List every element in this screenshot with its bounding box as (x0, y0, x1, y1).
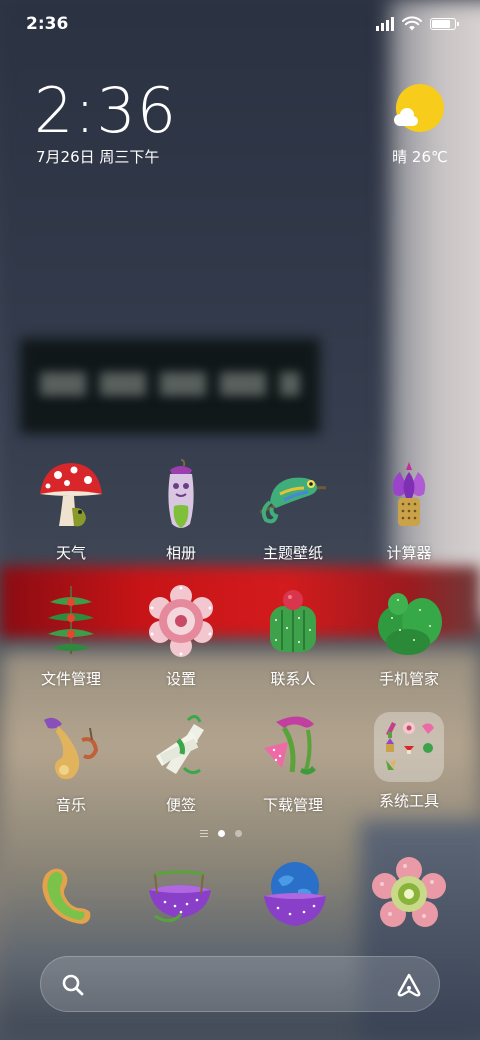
status-bar: 2:36 (0, 0, 480, 52)
dock-app-phone[interactable] (14, 856, 124, 938)
clock-date[interactable]: 7月26日 周三下午 (36, 146, 159, 167)
home-indicator-area (0, 1032, 480, 1040)
dock-app-messages[interactable] (125, 856, 235, 938)
flower-camera-icon (372, 857, 446, 927)
pitcher-plant-gallery-icon (168, 459, 194, 528)
signal-icon (376, 17, 394, 31)
app-label: 联系人 (270, 670, 316, 688)
app-label: 手机管家 (378, 670, 439, 688)
stacked-plant-files-icon (48, 586, 94, 654)
app-security[interactable]: 手机管家 (354, 584, 464, 689)
app-downloads[interactable]: 下载管理 (238, 710, 348, 815)
folder-icon (372, 710, 446, 784)
page-dot-2[interactable] (235, 830, 242, 837)
mushroom-weather-icon (40, 463, 102, 527)
app-themes[interactable]: 主题壁纸 (238, 458, 348, 563)
app-notes[interactable]: 便签 (126, 710, 236, 815)
wifi-icon (402, 16, 422, 31)
assistant-icon[interactable] (395, 971, 423, 999)
cactus-contacts-icon (270, 590, 316, 652)
page-indicator[interactable] (200, 830, 242, 837)
app-system-tools-folder[interactable]: 系统工具 (354, 710, 464, 811)
app-contacts[interactable]: 联系人 (238, 584, 348, 689)
app-list-page-icon[interactable] (200, 830, 208, 837)
app-label: 下载管理 (262, 796, 323, 814)
app-files[interactable]: 文件管理 (16, 584, 126, 689)
search-icon[interactable] (61, 973, 85, 997)
app-label: 设置 (165, 670, 196, 688)
cactus-cluster-security-icon (378, 593, 442, 655)
purple-flower-calculator-icon (392, 462, 426, 526)
app-label: 主题壁纸 (262, 544, 323, 562)
globe-browser-icon (264, 862, 326, 926)
dock-app-browser[interactable] (240, 856, 350, 938)
page-dot-1[interactable] (218, 830, 225, 837)
status-time: 2:36 (26, 14, 69, 34)
phone-leaf-icon (42, 868, 91, 924)
app-label: 计算器 (386, 544, 432, 562)
app-label: 文件管理 (40, 670, 101, 688)
app-label: 天气 (55, 544, 86, 562)
purple-pod-messages-icon (149, 870, 211, 922)
sun-cloud-icon[interactable] (392, 84, 444, 136)
app-music[interactable]: 音乐 (16, 710, 126, 815)
app-label: 便签 (165, 796, 196, 814)
app-calculator[interactable]: 计算器 (354, 458, 464, 563)
battery-icon (430, 18, 459, 30)
app-settings[interactable]: 设置 (126, 584, 236, 689)
horn-flower-music-icon (44, 717, 99, 780)
app-weather[interactable]: 天气 (16, 458, 126, 563)
dock-app-camera[interactable] (354, 856, 464, 938)
pink-bloom-downloads-icon (264, 716, 316, 775)
search-input[interactable] (97, 969, 371, 1001)
app-label: 系统工具 (378, 792, 439, 810)
chameleon-themes-icon (259, 477, 327, 524)
leaf-bundle-notes-icon (156, 715, 204, 775)
pink-flower-settings-icon (149, 585, 213, 657)
app-label: 音乐 (55, 796, 86, 814)
weather-text[interactable]: 晴 26℃ (380, 146, 460, 167)
clock-time[interactable]: 2:36 (34, 76, 177, 146)
app-label: 相册 (165, 544, 196, 562)
app-gallery[interactable]: 相册 (126, 458, 236, 563)
search-bar[interactable] (40, 956, 440, 1012)
